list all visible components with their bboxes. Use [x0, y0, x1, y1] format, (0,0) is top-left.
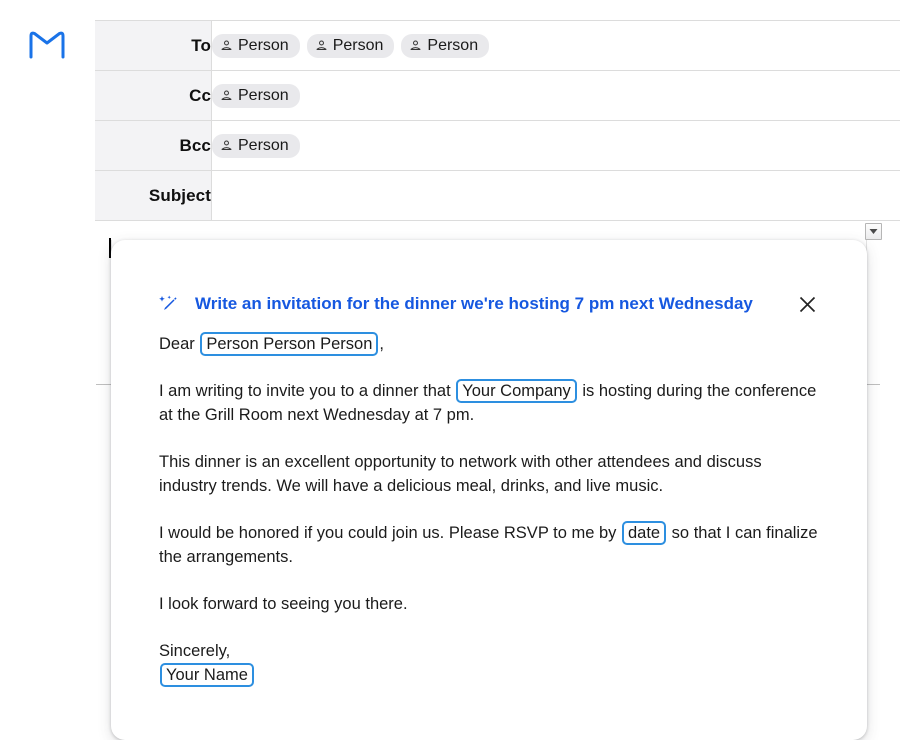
placeholder-your-name[interactable]: Your Name — [160, 663, 254, 687]
close-icon — [799, 296, 816, 313]
recipient-chip-label: Person — [238, 86, 289, 105]
recipient-chip[interactable]: Person — [401, 34, 489, 58]
placeholder-recipient[interactable]: Person Person Person — [200, 332, 378, 356]
recipient-chip-label: Person — [238, 36, 289, 55]
person-icon — [220, 39, 233, 52]
close-button[interactable] — [795, 292, 819, 316]
compose-row: Cc Person — [95, 71, 900, 121]
field-label-subject: Subject — [95, 171, 212, 221]
scrollbar-down-button[interactable] — [865, 223, 882, 240]
recipient-chip-label: Person — [333, 36, 384, 55]
p3-before-text: I would be honored if you could join us.… — [159, 524, 621, 542]
field-label-bcc: Bcc — [95, 121, 212, 171]
signoff-text: Sincerely, — [159, 639, 819, 663]
field-label-cc: Cc — [95, 71, 212, 121]
placeholder-date[interactable]: date — [622, 521, 666, 545]
person-icon — [220, 139, 233, 152]
gmail-logo-icon — [28, 28, 66, 62]
field-label-to: To — [95, 21, 212, 71]
salutation-prefix: Dear — [159, 335, 199, 353]
paragraph-networking: This dinner is an excellent opportunity … — [159, 450, 819, 498]
person-icon — [220, 89, 233, 102]
recipient-chip[interactable]: Person — [212, 84, 300, 108]
p1-before-text: I am writing to invite you to a dinner t… — [159, 382, 455, 400]
suggestion-card-header: Write an invitation for the dinner we're… — [111, 276, 867, 332]
suggestion-card-body: Dear Person Person Person, I am writing … — [111, 332, 867, 687]
field-value-subject[interactable] — [212, 171, 900, 221]
chevron-down-icon — [869, 228, 878, 235]
ai-suggestion-card: Write an invitation for the dinner we're… — [111, 240, 867, 740]
paragraph-invitation: I am writing to invite you to a dinner t… — [159, 379, 819, 427]
person-icon — [409, 39, 422, 52]
field-value-cc[interactable]: Person — [212, 71, 900, 121]
paragraph-closing-line: I look forward to seeing you there. — [159, 592, 819, 616]
paragraph-salutation: Dear Person Person Person, — [159, 332, 819, 356]
field-value-bcc[interactable]: Person — [212, 121, 900, 171]
recipient-chip[interactable]: Person — [212, 134, 300, 158]
compose-row: Bcc Person — [95, 121, 900, 171]
salutation-suffix: , — [379, 335, 384, 353]
recipient-chip-label: Person — [238, 136, 289, 155]
suggestion-prompt-title: Write an invitation for the dinner we're… — [195, 293, 753, 315]
field-value-to[interactable]: Person Person Person — [212, 21, 900, 71]
magic-pen-icon — [159, 294, 179, 314]
recipient-chip-label: Person — [427, 36, 478, 55]
compose-header-table: To Person Person Person Cc Person Bcc Person Sub… — [95, 20, 900, 221]
recipient-chip[interactable]: Person — [212, 34, 300, 58]
person-icon — [315, 39, 328, 52]
compose-row: Subject — [95, 171, 900, 221]
placeholder-company[interactable]: Your Company — [456, 379, 577, 403]
paragraph-rsvp: I would be honored if you could join us.… — [159, 521, 819, 569]
recipient-chip[interactable]: Person — [307, 34, 395, 58]
paragraph-signature: Sincerely, Your Name — [159, 639, 819, 687]
compose-row: To Person Person Person — [95, 21, 900, 71]
